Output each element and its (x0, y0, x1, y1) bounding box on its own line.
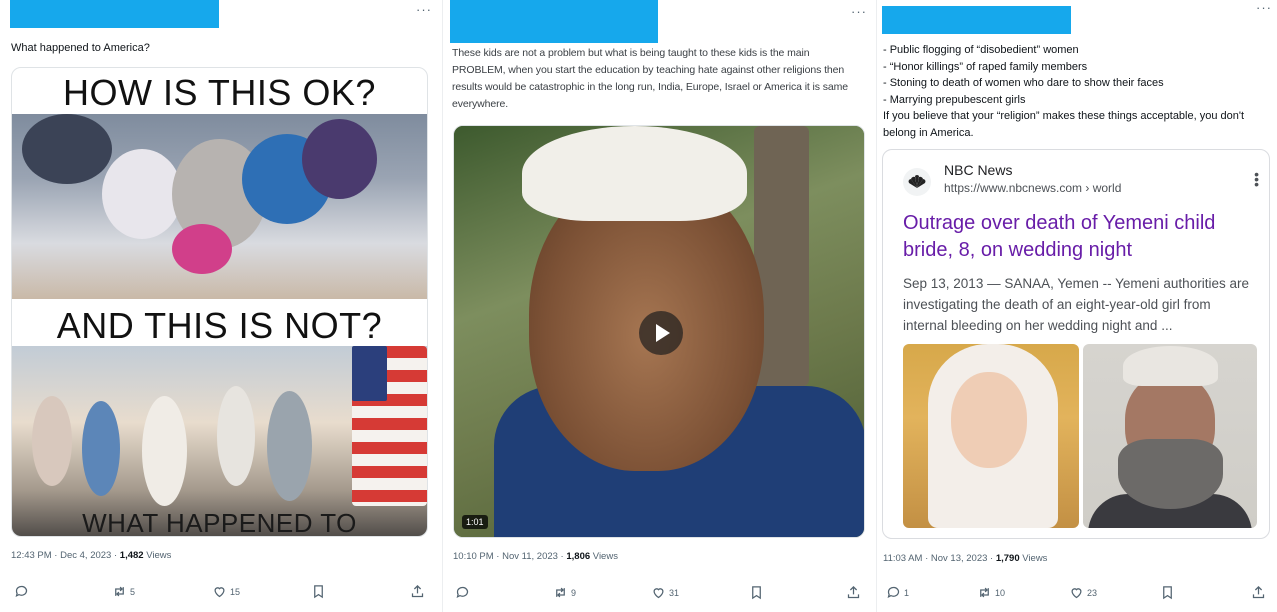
reply-button[interactable]: 1 (886, 585, 909, 600)
tweet-card-2: ··· These kids are not a problem but wha… (442, 0, 874, 612)
views-label: Views (143, 550, 172, 561)
like-count: 31 (669, 587, 680, 598)
repost-icon (980, 587, 989, 598)
repost-count: 10 (995, 587, 1006, 598)
tweet-timestamp: 10:10 PM · Nov 11, 2023 · (453, 551, 567, 562)
like-icon (1071, 588, 1082, 599)
reply-button[interactable] (14, 584, 32, 599)
news-image-man (1083, 344, 1257, 528)
like-count: 23 (1087, 587, 1098, 598)
view-count: 1,806 (566, 551, 591, 562)
news-url: https://www.nbcnews.com › world (944, 181, 1122, 195)
play-icon (656, 324, 670, 342)
like-icon (214, 587, 225, 598)
bookmark-icon (1163, 586, 1172, 600)
meme-caption-top: HOW IS THIS OK? (63, 72, 376, 113)
share-icon (1252, 585, 1265, 599)
repost-icon (115, 586, 124, 597)
tweet-timestamp: 12:43 PM · Dec 4, 2023 · (11, 550, 120, 561)
redacted-username (10, 0, 219, 28)
like-button[interactable]: 15 (212, 584, 240, 599)
tweet-meta: 12:43 PM · Dec 4, 2023 · 1,482 Views (11, 550, 171, 561)
repost-count: 5 (130, 586, 136, 597)
reply-icon (887, 586, 900, 599)
tweet-card-1: ··· What happened to America? HOW IS THI… (0, 0, 436, 612)
redacted-username (450, 0, 658, 43)
tweet-text-line: - Public flogging of “disobedient” women (883, 44, 1079, 56)
kebab-icon[interactable]: • • • (1254, 167, 1259, 191)
tweet-card-3: ··· - Public flogging of “disobedient” w… (876, 0, 1277, 612)
repost-icon (556, 587, 565, 598)
tweet-meta: 11:03 AM · Nov 13, 2023 · 1,790 Views (883, 553, 1047, 564)
meme-image[interactable]: HOW IS THIS OK? AND THIS IS NOT? WHAT HA… (11, 67, 428, 537)
meme-caption-middle: AND THIS IS NOT? (56, 305, 383, 346)
video-player[interactable]: 1:01 (453, 125, 865, 538)
play-button[interactable] (639, 311, 683, 355)
bookmark-button[interactable] (311, 584, 326, 599)
like-button[interactable]: 31 (651, 585, 679, 600)
tweet-meta: 10:10 PM · Nov 11, 2023 · 1,806 Views (453, 551, 618, 562)
repost-button[interactable]: 9 (553, 585, 576, 600)
redacted-username (882, 6, 1071, 34)
bookmark-icon (314, 585, 323, 599)
views-label: Views (590, 551, 618, 562)
view-count: 1,482 (119, 550, 144, 561)
share-icon (411, 584, 424, 598)
reply-icon (15, 585, 28, 598)
share-button[interactable] (846, 585, 861, 600)
reply-count: 1 (904, 587, 910, 598)
tweet-actions: 1 10 23 (877, 585, 1277, 603)
repost-button[interactable]: 10 (977, 585, 1005, 600)
repost-button[interactable]: 5 (112, 584, 135, 599)
news-headline[interactable]: Outrage over death of Yemeni child bride… (903, 210, 1253, 264)
video-duration: 1:01 (462, 515, 488, 529)
like-button[interactable]: 23 (1069, 585, 1097, 600)
tweet-timestamp: 11:03 AM · Nov 13, 2023 · (883, 553, 996, 564)
more-options-icon[interactable]: ··· (851, 4, 867, 19)
views-label: Views (1019, 553, 1048, 564)
tweet-actions: 5 15 (0, 584, 436, 602)
more-options-icon[interactable]: ··· (416, 2, 432, 17)
share-button[interactable] (410, 584, 425, 599)
view-count: 1,790 (995, 553, 1020, 564)
bookmark-button[interactable] (1160, 585, 1175, 600)
meme-caption-bottom: WHAT HAPPENED TO AMERICA? (82, 508, 357, 537)
share-icon (847, 585, 860, 599)
tweet-text: What happened to America? (11, 42, 150, 54)
more-options-icon[interactable]: ··· (1256, 0, 1272, 15)
tweet-text-line: - Marrying prepubescent girls (883, 93, 1026, 106)
tweet-text-line: - “Honor killings” of raped family membe… (883, 60, 1088, 73)
tweet-text-line: - Stoning to death of women who dare to … (883, 77, 1164, 89)
share-button[interactable] (1251, 585, 1266, 600)
news-snippet: Sep 13, 2013 — SANAA, Yemen -- Yemeni au… (903, 276, 1249, 333)
tweet-text-line: If you believe that your “religion” make… (883, 110, 1245, 139)
like-count: 15 (230, 586, 241, 597)
news-source: NBC News (944, 162, 1013, 178)
bookmark-button[interactable] (749, 585, 764, 600)
photo-children-praying (12, 114, 427, 299)
nbc-peacock-icon (903, 168, 931, 196)
news-image-girl (903, 344, 1079, 528)
repost-count: 9 (571, 587, 577, 598)
news-card[interactable]: NBC News https://www.nbcnews.com › world… (882, 149, 1270, 539)
like-icon (653, 588, 664, 599)
tweet-actions: 9 31 (443, 585, 875, 603)
reply-icon (456, 586, 469, 599)
bookmark-icon (752, 586, 761, 600)
tweet-text: - Public flogging of “disobedient” women… (883, 42, 1268, 141)
reply-button[interactable] (455, 585, 473, 600)
tweet-text: These kids are not a problem but what is… (452, 47, 849, 110)
